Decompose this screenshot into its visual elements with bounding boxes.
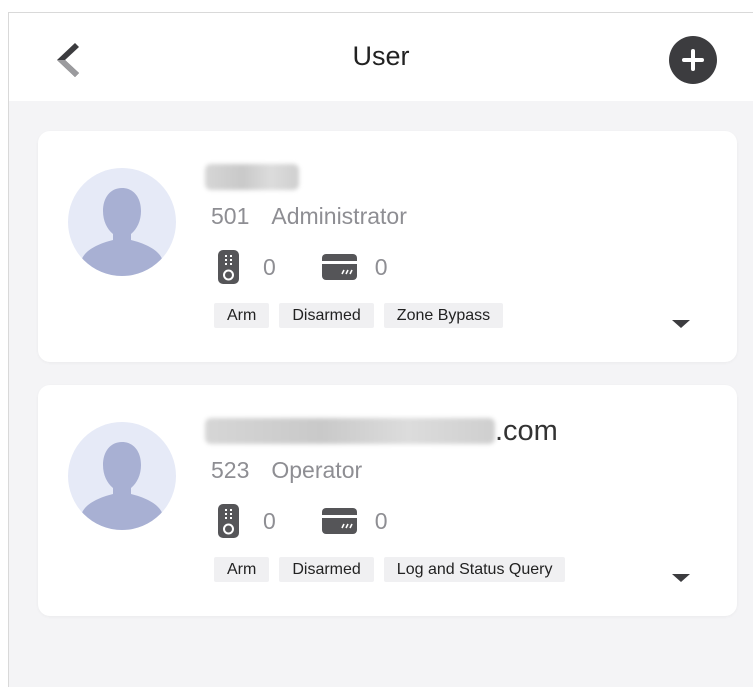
- user-id: 501: [211, 203, 250, 229]
- remote-control-icon: [218, 504, 239, 538]
- credential-counts: 0 0: [218, 503, 388, 539]
- expand-button[interactable]: [671, 317, 691, 331]
- permission-tag: Zone Bypass: [383, 303, 504, 328]
- user-id-role: 523 Operator: [211, 457, 362, 484]
- card-count: 0: [374, 253, 388, 280]
- permission-tags: Arm Disarmed Log and Status Query: [214, 557, 566, 582]
- redacted-name: [205, 418, 495, 444]
- user-id-role: 501 Administrator: [211, 203, 407, 230]
- user-id: 523: [211, 457, 250, 483]
- remote-count: 0: [263, 507, 276, 534]
- permission-tag: Disarmed: [279, 557, 374, 582]
- user-silhouette-icon: [81, 188, 163, 276]
- user-role: Administrator: [271, 203, 407, 229]
- header-bar: User: [9, 13, 753, 101]
- remote-count: 0: [263, 253, 276, 280]
- page-title: User: [352, 41, 410, 71]
- caret-down-icon: [672, 574, 690, 582]
- permission-tag: Arm: [214, 557, 270, 582]
- permission-tag: Disarmed: [279, 303, 374, 328]
- credential-counts: 0 0: [218, 249, 388, 285]
- permission-tag: Log and Status Query: [383, 557, 566, 582]
- redacted-name: [205, 164, 299, 190]
- remote-control-icon: [218, 250, 239, 284]
- card-icon: [321, 508, 357, 534]
- avatar: [68, 422, 176, 530]
- user-card[interactable]: .com 523 Operator 0 0 Arm Disarmed Log a…: [38, 385, 737, 616]
- user-name: [205, 161, 299, 193]
- permission-tags: Arm Disarmed Zone Bypass: [214, 303, 504, 328]
- card-icon: [321, 254, 357, 280]
- avatar: [68, 168, 176, 276]
- user-silhouette-icon: [81, 442, 163, 530]
- user-name: .com: [205, 415, 558, 447]
- permission-tag: Arm: [214, 303, 270, 328]
- app-screen: User 501 Administrator 0 0 Arm Disarmed …: [8, 12, 753, 687]
- expand-button[interactable]: [671, 571, 691, 585]
- add-user-button[interactable]: [669, 36, 717, 84]
- caret-down-icon: [672, 320, 690, 328]
- card-count: 0: [374, 507, 388, 534]
- user-card[interactable]: 501 Administrator 0 0 Arm Disarmed Zone …: [38, 131, 737, 362]
- user-role: Operator: [271, 457, 363, 483]
- user-name-suffix: .com: [495, 414, 558, 447]
